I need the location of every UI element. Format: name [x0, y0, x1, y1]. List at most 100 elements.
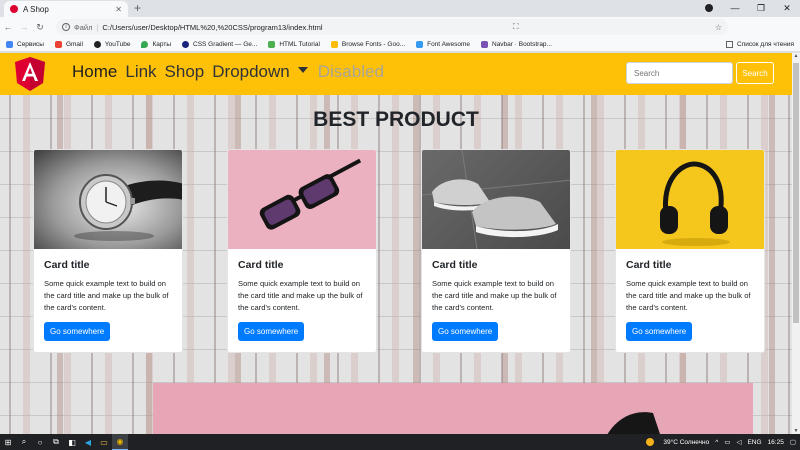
page-scrollbar[interactable]: ▲ ▼	[792, 53, 800, 434]
scrollbar-thumb[interactable]	[793, 63, 799, 323]
reading-list-icon	[726, 41, 733, 48]
go-somewhere-button[interactable]: Go somewhere	[432, 322, 499, 341]
youtube-icon	[93, 40, 101, 48]
google-fonts-icon	[330, 40, 338, 48]
apps-grid-icon	[6, 40, 13, 48]
go-somewhere-button[interactable]: Go somewhere	[44, 322, 111, 341]
card-text: Some quick example text to build on the …	[238, 279, 363, 312]
gmail-icon	[54, 40, 62, 48]
telegram-icon[interactable]: ◀	[80, 434, 96, 450]
web-page: Home Link Shop Dropdown Disabled Search …	[0, 53, 792, 434]
nav-link-link[interactable]: Link	[125, 62, 156, 82]
reading-list-button[interactable]: Список для чтения	[726, 37, 794, 52]
angular-favicon-icon	[10, 5, 18, 13]
forward-arrow-icon[interactable]: →	[16, 22, 32, 32]
windows-taskbar: ⊞ ⌕ ○ ⧉ ◧ ◀ ▭ ◉ 39°C Солнечно ^ ▭ ◁ ENG …	[0, 434, 800, 450]
site-navbar: Home Link Shop Dropdown Disabled Search	[0, 53, 792, 95]
bookmark-gmail[interactable]: Gmail	[54, 40, 83, 48]
navbar-search-input[interactable]	[626, 62, 733, 84]
translate-icon[interactable]: ⛶	[513, 22, 519, 32]
section-heading: BEST PRODUCT	[313, 108, 479, 131]
tab-close-icon[interactable]: ✕	[115, 5, 122, 14]
bootstrap-icon	[481, 40, 488, 48]
card-text: Some quick example text to build on the …	[626, 279, 751, 312]
nav-link-shop[interactable]: Shop	[165, 62, 205, 82]
card-text: Some quick example text to build on the …	[432, 279, 557, 312]
cortana-icon[interactable]: ○	[32, 434, 48, 450]
bookmark-maps[interactable]: Карты	[141, 40, 171, 48]
watch-image	[34, 150, 182, 249]
scroll-up-arrow-icon[interactable]: ▲	[792, 53, 800, 59]
banner-sunglasses-icon	[607, 412, 660, 434]
sun-icon	[646, 438, 655, 446]
system-tray: 39°C Солнечно ^ ▭ ◁ ENG 16:25 ▢	[634, 434, 796, 450]
sunglasses-image	[228, 150, 376, 249]
maps-pin-icon	[141, 40, 149, 48]
nav-link-disabled: Disabled	[317, 62, 384, 81]
window-controls: — ❐ ✕	[696, 0, 800, 17]
nav-link-home[interactable]: Home	[72, 62, 117, 82]
bookmark-css-gradient[interactable]: CSS Gradient — Ge...	[182, 40, 257, 48]
bookmark-html-tutorial[interactable]: HTML Tutorial	[268, 40, 320, 48]
volume-icon[interactable]: ◁	[736, 438, 741, 446]
go-somewhere-button[interactable]: Go somewhere	[626, 322, 693, 341]
tab-title: A Shop	[23, 4, 49, 14]
bookmarks-bar: Сервисы Gmail YouTube Карты CSS Gradient…	[0, 37, 800, 52]
address-separator: |	[96, 22, 99, 32]
maximize-button[interactable]: ❐	[748, 0, 774, 17]
product-card-headphones: Card title Some quick example text to bu…	[615, 149, 765, 353]
clock[interactable]: 16:25	[768, 439, 784, 446]
show-hidden-icons-icon[interactable]: ^	[715, 439, 718, 446]
file-explorer-icon[interactable]: ▭	[96, 434, 112, 450]
wristwatch-icon	[74, 174, 182, 241]
css-gradient-icon	[182, 40, 189, 48]
font-awesome-flag-icon	[416, 40, 424, 48]
weather-widget[interactable]: 39°C Солнечно	[640, 438, 709, 446]
w3schools-icon	[268, 40, 276, 48]
chrome-taskbar-icon[interactable]: ◉	[112, 434, 128, 450]
angular-logo-icon[interactable]	[15, 57, 45, 91]
windows-start-icon[interactable]: ⊞	[0, 434, 16, 450]
bookmark-services[interactable]: Сервисы	[6, 40, 44, 48]
product-card-sneakers: Card title Some quick example text to bu…	[421, 149, 571, 353]
address-bar[interactable]: i Файл | C:/Users/user/Desktop/HTML%20,%…	[56, 19, 728, 35]
navbar-search-button[interactable]: Search	[736, 62, 774, 84]
minimize-button[interactable]: —	[722, 0, 748, 17]
notifications-icon[interactable]: ▢	[790, 438, 796, 446]
profile-icon[interactable]	[696, 0, 722, 17]
language-indicator[interactable]: ENG	[747, 439, 761, 446]
product-card-watch: Card title Some quick example text to bu…	[33, 149, 183, 353]
file-scheme-label: Файл	[74, 22, 93, 32]
browser-tab-strip: A Shop ✕ + — ❐ ✕	[0, 0, 800, 17]
bookmark-font-awesome[interactable]: Font Awesome	[416, 40, 470, 48]
new-tab-button[interactable]: +	[134, 1, 141, 15]
product-card-sunglasses: Card title Some quick example text to bu…	[227, 149, 377, 353]
network-icon[interactable]: ▭	[724, 438, 730, 446]
card-title: Card title	[432, 259, 478, 271]
go-somewhere-button[interactable]: Go somewhere	[238, 322, 305, 341]
search-icon[interactable]: ⌕	[16, 434, 32, 450]
bookmark-youtube[interactable]: YouTube	[93, 40, 130, 48]
card-text: Some quick example text to build on the …	[44, 279, 169, 312]
store-icon[interactable]: ◧	[64, 434, 80, 450]
sneakers-icon	[422, 150, 570, 249]
card-title: Card title	[626, 259, 672, 271]
reload-icon[interactable]: ↻	[32, 22, 48, 33]
info-icon[interactable]: i	[62, 23, 70, 31]
nav-links: Home Link Shop Dropdown Disabled	[72, 61, 392, 83]
bookmark-google-fonts[interactable]: Browse Fonts - Goo...	[330, 40, 405, 48]
sneakers-image	[422, 150, 570, 249]
dropdown-caret-icon[interactable]	[297, 67, 308, 73]
nav-dropdown-toggle[interactable]: Dropdown	[212, 62, 290, 82]
bookmark-bootstrap-navbar[interactable]: Navbar · Bootstrap...	[481, 40, 552, 48]
headphones-image	[616, 150, 764, 249]
url-text[interactable]: C:/Users/user/Desktop/HTML%20,%20CSS/pro…	[102, 23, 322, 32]
back-arrow-icon[interactable]: ←	[0, 22, 16, 32]
bookmark-star-icon[interactable]: ☆	[715, 23, 722, 32]
browser-tab[interactable]: A Shop ✕	[4, 1, 128, 17]
featured-banner-image	[153, 383, 753, 434]
task-view-icon[interactable]: ⧉	[48, 434, 64, 450]
sunglasses-icon	[259, 158, 362, 230]
browser-toolbar: ← → ↻ i Файл | C:/Users/user/Desktop/HTM…	[0, 17, 800, 46]
close-window-button[interactable]: ✕	[774, 0, 800, 17]
